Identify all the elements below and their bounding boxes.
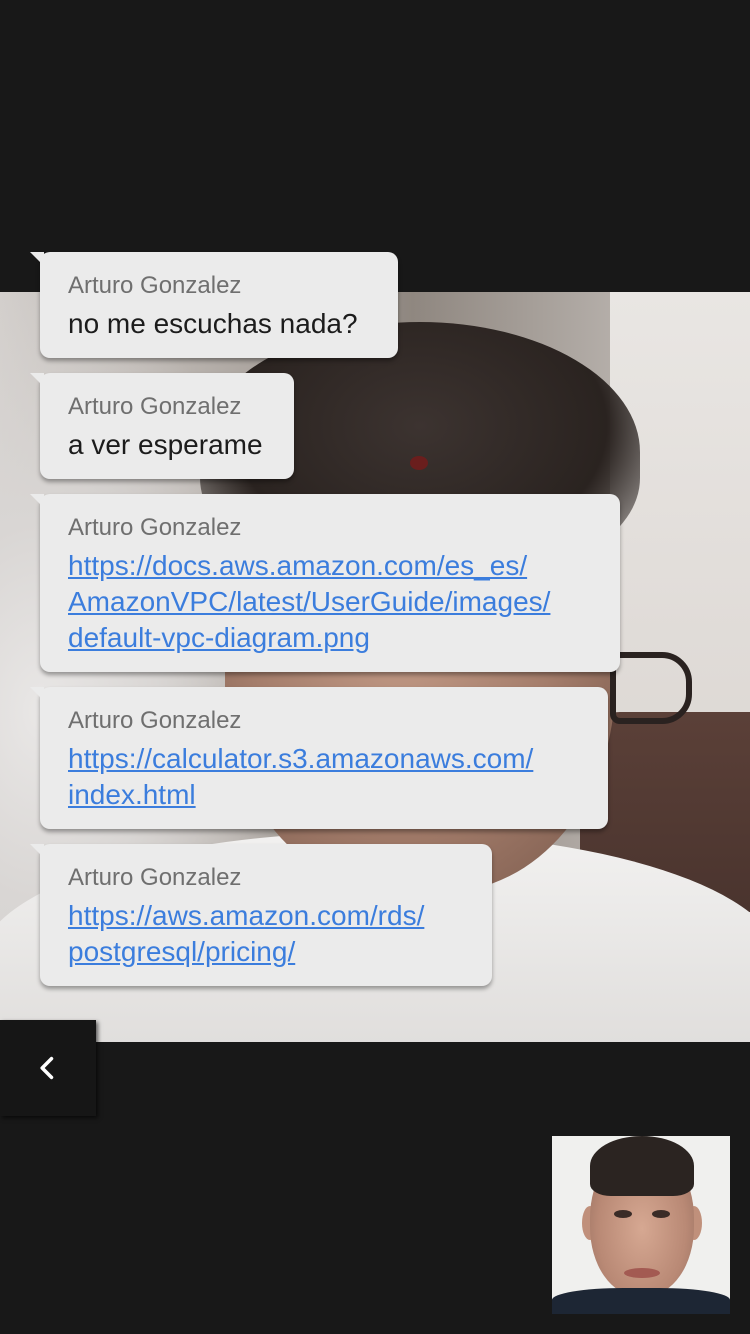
chat-message: Arturo Gonzalez https://aws.amazon.com/r…: [30, 844, 492, 986]
message-link[interactable]: https://calculator.s3.amazonaws.com/ ind…: [68, 741, 586, 813]
message-sender: Arturo Gonzalez: [68, 707, 242, 734]
message-sender: Arturo Gonzalez: [68, 864, 242, 891]
chat-message: Arturo Gonzalez https://calculator.s3.am…: [30, 687, 608, 829]
chat-overlay: Arturo Gonzalez no me escuchas nada? Art…: [0, 0, 750, 1334]
message-text: no me escuchas nada?: [68, 308, 358, 339]
message-sender: Arturo Gonzalez: [68, 514, 242, 541]
message-sender: Arturo Gonzalez: [68, 393, 242, 420]
video-call-screen: Arturo Gonzalez no me escuchas nada? Art…: [0, 0, 750, 1334]
chat-message: Arturo Gonzalez a ver esperame: [30, 373, 294, 479]
message-sender: Arturo Gonzalez: [68, 272, 242, 299]
message-link[interactable]: https://docs.aws.amazon.com/es_es/ Amazo…: [68, 548, 598, 656]
back-button[interactable]: [0, 1020, 96, 1116]
self-video-preview[interactable]: [552, 1136, 730, 1314]
chevron-left-icon: [40, 1056, 54, 1080]
chat-message: Arturo Gonzalez https://docs.aws.amazon.…: [30, 494, 620, 672]
message-link[interactable]: https://aws.amazon.com/rds/ postgresql/p…: [68, 898, 470, 970]
chat-message: Arturo Gonzalez no me escuchas nada?: [30, 252, 398, 358]
message-text: a ver esperame: [68, 429, 263, 460]
